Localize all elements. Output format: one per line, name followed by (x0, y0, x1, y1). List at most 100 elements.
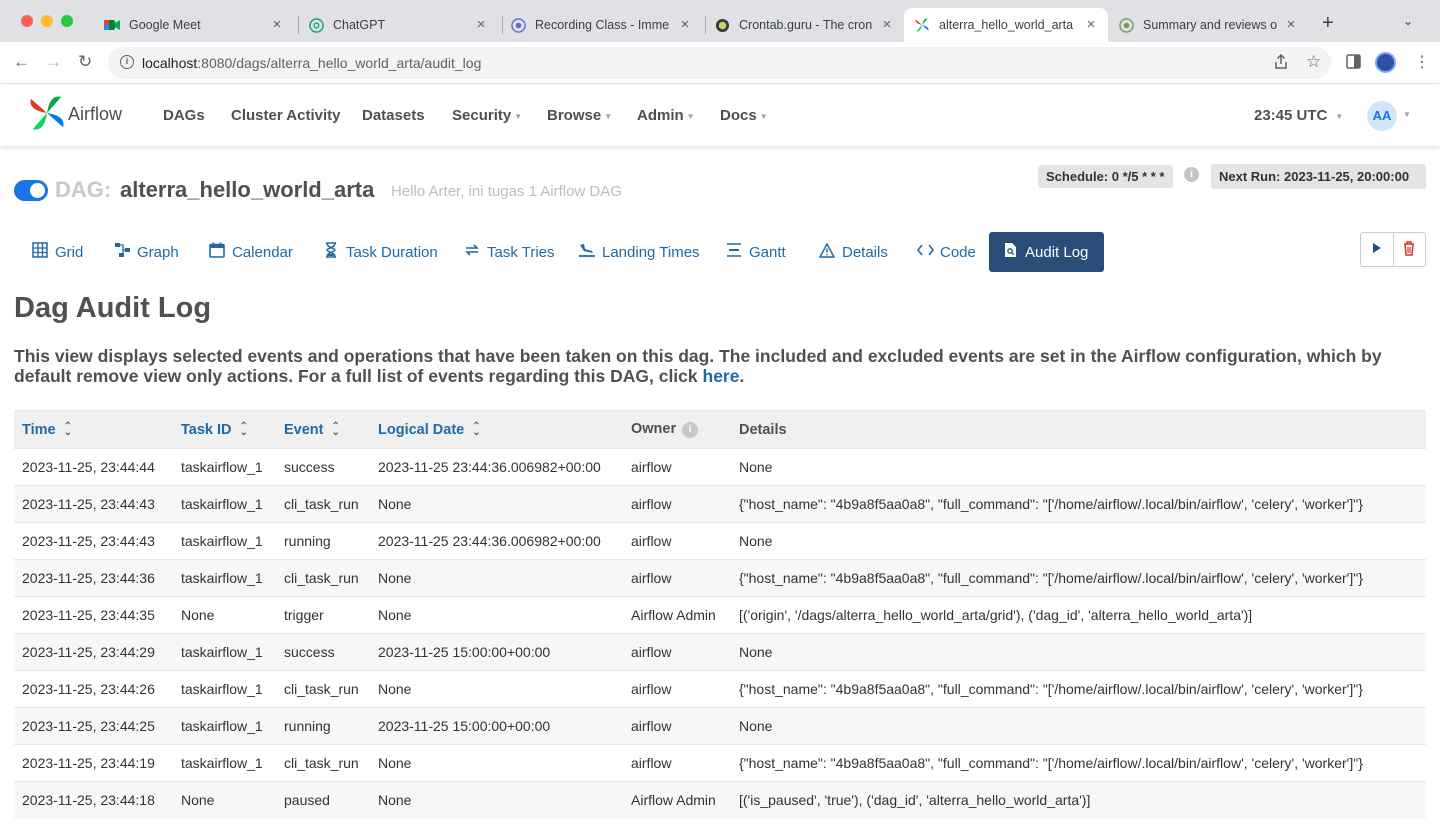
tab-audit-log[interactable]: Audit Log (989, 232, 1104, 272)
side-panel-icon[interactable] (1346, 54, 1361, 73)
airflow-logo-icon[interactable] (28, 94, 66, 132)
audit-log-description: This view displays selected events and o… (14, 346, 1414, 386)
cell-logical-date: None (370, 781, 623, 819)
dag-action-buttons (1360, 232, 1426, 267)
tab-search-chevron-icon[interactable]: ⌄ (1403, 14, 1413, 28)
cell-time: 2023-11-25, 23:44:43 (14, 522, 173, 560)
schedule-info-icon[interactable]: i (1184, 167, 1199, 182)
close-tab-icon[interactable]: × (678, 17, 692, 32)
cell-details: None (731, 448, 1426, 486)
cell-details: {"host_name": "4b9a8f5aa0a8", "full_comm… (731, 744, 1426, 782)
column-header-task-id[interactable]: Task ID ⌃ ⌄ (173, 410, 276, 449)
header-label: Details (739, 421, 787, 438)
landing-icon (578, 242, 596, 262)
delete-dag-button[interactable] (1392, 233, 1426, 266)
cell-owner: airflow (623, 522, 731, 560)
nav-cluster-activity[interactable]: Cluster Activity (231, 107, 340, 124)
table-header-row: Time ⌃ ⌄ Task ID ⌃ ⌄ Event ⌃ ⌄ Logical Date ⌃ ⌄ … (14, 410, 1426, 449)
dag-id-title[interactable]: alterra_hello_world_arta (120, 177, 374, 203)
site-info-icon[interactable]: i (120, 55, 134, 69)
browser-tab-recording-class[interactable]: Recording Class - Imme × (500, 8, 702, 42)
browser-tab-summary-reviews[interactable]: Summary and reviews o × (1108, 8, 1308, 42)
dag-pause-toggle[interactable] (14, 180, 48, 201)
minimize-window-button[interactable] (41, 15, 53, 27)
close-tab-icon[interactable]: × (270, 17, 284, 32)
events-link[interactable]: here (703, 366, 740, 386)
user-avatar[interactable]: AA (1367, 101, 1397, 131)
owner-info-icon[interactable]: i (682, 421, 699, 438)
bookmark-star-icon[interactable]: ☆ (1306, 52, 1321, 72)
audit-file-icon (1001, 242, 1019, 262)
cell-logical-date: 2023-11-25 23:44:36.006982+00:00 (370, 522, 623, 560)
column-header-logical-date[interactable]: Logical Date ⌃ ⌄ (370, 410, 623, 449)
browser-tab-crontab-guru[interactable]: Crontab.guru - The cron × (704, 8, 904, 42)
audit-log-body: 2023-11-25, 23:44:44 taskairflow_1 success… (14, 448, 1426, 819)
utc-clock-dropdown[interactable]: 23:45 UTC ▼ (1254, 107, 1343, 124)
recording-icon (510, 17, 526, 33)
cell-event: success (276, 448, 370, 486)
cell-owner: airflow (623, 559, 731, 597)
new-tab-plus-icon[interactable]: + (1322, 13, 1334, 33)
tab-task-duration[interactable]: Task Duration (310, 232, 450, 272)
tab-task-tries[interactable]: Task Tries (451, 232, 567, 272)
caret-down-icon: ▼ (514, 111, 523, 121)
cell-details: [('is_paused', 'true'), ('dag_id', 'alte… (731, 781, 1426, 819)
sort-icon[interactable]: ⌃ ⌄ (240, 421, 248, 437)
tab-gantt[interactable]: Gantt (713, 232, 798, 272)
tab-label: Task Tries (487, 243, 555, 261)
nav-datasets[interactable]: Datasets (362, 107, 425, 124)
dag-label: DAG: (55, 177, 112, 202)
share-icon[interactable] (1274, 53, 1288, 74)
cell-task-id: taskairflow_1 (173, 633, 276, 671)
tab-details[interactable]: Details (806, 232, 900, 272)
nav-browse-dropdown[interactable]: Browse ▼ (547, 107, 612, 124)
cell-event: success (276, 633, 370, 671)
cell-event: running (276, 522, 370, 560)
nav-docs-dropdown[interactable]: Docs ▼ (720, 107, 768, 124)
tab-label: Task Duration (346, 243, 438, 261)
cell-event: cli_task_run (276, 485, 370, 523)
cell-owner: Airflow Admin (623, 781, 731, 819)
reload-icon[interactable]: ↻ (78, 52, 92, 72)
url-text[interactable]: localhost:8080/dags/alterra_hello_world_… (142, 55, 481, 71)
trigger-dag-button[interactable] (1361, 233, 1393, 266)
zoom-window-button[interactable] (61, 15, 73, 27)
airflow-brand[interactable]: Airflow (68, 104, 122, 125)
cell-details: {"host_name": "4b9a8f5aa0a8", "full_comm… (731, 485, 1426, 523)
tab-graph[interactable]: Graph (101, 232, 191, 272)
caret-down-icon: ▼ (686, 111, 695, 121)
browser-menu-kebab-icon[interactable]: ⋮ (1414, 52, 1430, 72)
browser-tab-chatgpt[interactable]: ChatGPT × (298, 8, 498, 42)
nav-dags[interactable]: DAGs (163, 107, 205, 124)
nav-admin-dropdown[interactable]: Admin ▼ (637, 107, 695, 124)
tab-landing-times[interactable]: Landing Times (566, 232, 712, 272)
cell-logical-date: None (370, 596, 623, 634)
back-arrow-icon[interactable]: ← (13, 52, 30, 72)
close-tab-icon[interactable]: × (880, 17, 894, 32)
tab-label: Landing Times (602, 243, 700, 261)
close-window-button[interactable] (21, 15, 33, 27)
tab-code[interactable]: Code (904, 232, 988, 272)
cell-time: 2023-11-25, 23:44:18 (14, 781, 173, 819)
nav-security-dropdown[interactable]: Security ▼ (452, 107, 522, 124)
sort-icon[interactable]: ⌃ ⌄ (472, 421, 480, 437)
browser-tab-airflow-active[interactable]: alterra_hello_world_arta × (904, 8, 1108, 42)
header-label: Event (284, 421, 324, 438)
browser-profile-avatar[interactable] (1375, 52, 1396, 73)
forward-arrow-icon[interactable]: → (45, 52, 62, 72)
caret-down-icon: ▼ (604, 111, 613, 121)
tab-grid[interactable]: Grid (19, 232, 95, 272)
cell-event: trigger (276, 596, 370, 634)
browser-tab-google-meet[interactable]: Google Meet × (94, 8, 294, 42)
close-tab-icon[interactable]: × (474, 17, 488, 32)
caret-down-icon[interactable]: ▼ (1403, 110, 1411, 119)
sort-icon[interactable]: ⌃ ⌄ (64, 421, 72, 437)
close-tab-icon[interactable]: × (1084, 17, 1098, 32)
close-tab-icon[interactable]: × (1284, 17, 1298, 32)
tab-calendar[interactable]: Calendar (196, 232, 305, 272)
cell-logical-date: 2023-11-25 23:44:36.006982+00:00 (370, 448, 623, 486)
sort-icon[interactable]: ⌃ ⌄ (332, 421, 340, 437)
column-header-time[interactable]: Time ⌃ ⌄ (14, 410, 173, 449)
column-header-event[interactable]: Event ⌃ ⌄ (276, 410, 370, 449)
airflow-icon (914, 17, 930, 33)
